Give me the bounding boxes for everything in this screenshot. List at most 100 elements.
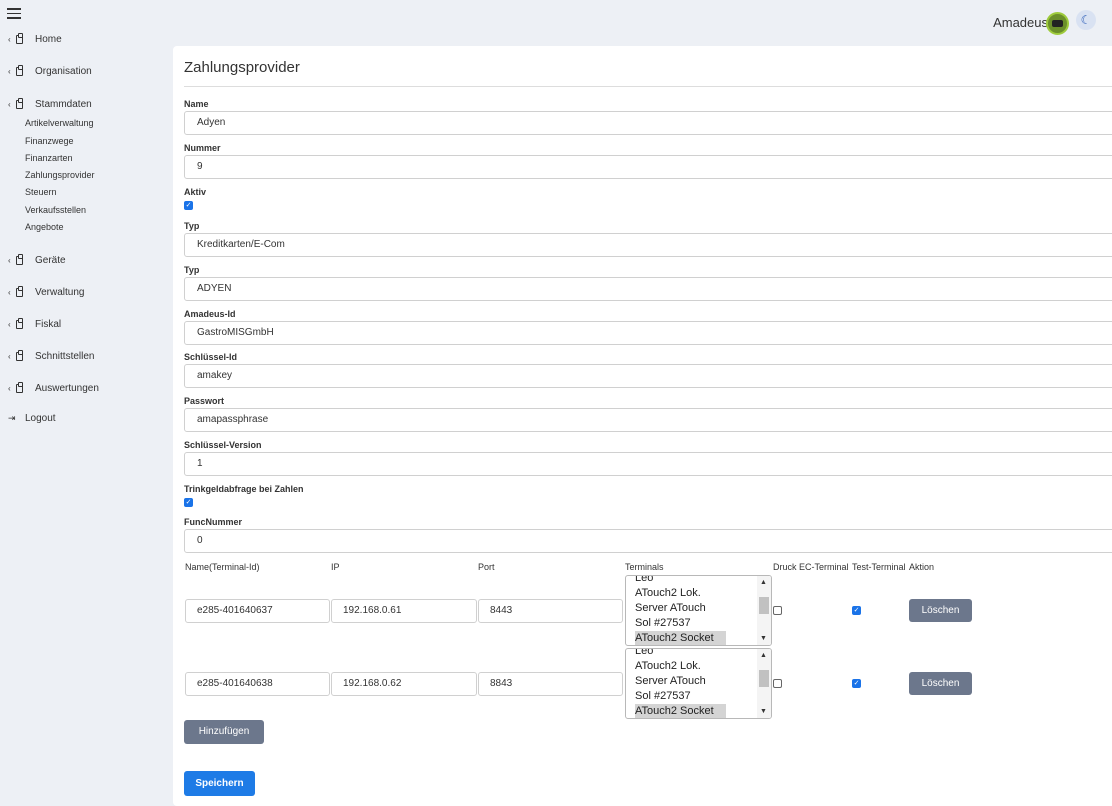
logout-icon: ⇥ <box>8 413 16 423</box>
druck-checkbox[interactable] <box>773 606 782 615</box>
amadeus-id-input[interactable]: GastroMISGmbH <box>184 321 1112 345</box>
list-option[interactable]: Sol #27537 <box>635 616 726 631</box>
sidebar-item-stammdaten[interactable]: ‹ Stammdaten <box>8 96 92 112</box>
moon-icon[interactable]: ☾ <box>1076 10 1096 30</box>
scroll-thumb[interactable] <box>759 597 769 614</box>
main-card: Zahlungsprovider Name Adyen Nummer 9 Akt… <box>173 46 1112 806</box>
scroll-down-icon[interactable]: ▼ <box>760 708 767 715</box>
clipboard-icon <box>16 97 23 109</box>
aktiv-label: Aktiv <box>184 187 207 197</box>
sidebar-subitem-zahlungsprovider[interactable]: Zahlungsprovider <box>25 169 95 181</box>
logout-label: Logout <box>25 413 56 424</box>
chevron-icon: ‹ <box>8 66 11 76</box>
add-terminal-button[interactable]: Hinzufügen <box>184 720 264 744</box>
sidebar-item-label: Fiskal <box>35 318 62 330</box>
list-option[interactable]: Leo <box>635 649 726 659</box>
sidebar-item-organisation[interactable]: ‹ Organisation <box>8 63 92 79</box>
schluessel-id-input[interactable]: amakey <box>184 364 1112 388</box>
chevron-icon: ‹ <box>8 319 11 329</box>
nummer-label: Nummer <box>184 143 221 153</box>
sidebar-subitem-artikelverwaltung[interactable]: Artikelverwaltung <box>25 117 94 129</box>
list-option[interactable]: Leo <box>635 576 726 586</box>
list-option[interactable]: ATouch2 Lok. <box>635 586 726 601</box>
sidebar-subitem-finanzarten[interactable]: Finanzarten <box>25 152 73 164</box>
name-label: Name <box>184 99 209 109</box>
sidebar: ‹ Home ‹ Organisation ‹ Stammdaten Artik… <box>0 0 164 802</box>
sidebar-item-geraete[interactable]: ‹ Geräte <box>8 252 66 268</box>
amadeus-id-label: Amadeus-Id <box>184 309 236 319</box>
scroll-down-icon[interactable]: ▼ <box>760 635 767 642</box>
terminal-port-input[interactable]: 8843 <box>478 672 623 696</box>
list-option[interactable]: Server ATouch <box>635 601 726 616</box>
listbox-scrollbar[interactable]: ▲ ▼ <box>757 576 771 645</box>
trinkgeld-label: Trinkgeldabfrage bei Zahlen <box>184 484 304 494</box>
sidebar-item-label: Stammdaten <box>35 98 92 110</box>
sidebar-subitem-verkaufsstellen[interactable]: Verkaufsstellen <box>25 204 86 216</box>
funcnummer-input[interactable]: 0 <box>184 529 1112 553</box>
sidebar-item-label: Organisation <box>35 65 92 77</box>
list-option-selected[interactable]: ATouch2 Socket <box>635 631 726 645</box>
chevron-icon: ‹ <box>8 255 11 265</box>
col-header-terminals: Terminals <box>625 562 664 572</box>
sidebar-subitem-finanzwege[interactable]: Finanzwege <box>25 135 74 147</box>
delete-button[interactable]: Löschen <box>909 672 972 695</box>
col-header-test: Test-Terminal <box>852 562 906 572</box>
typ1-label: Typ <box>184 221 200 231</box>
sidebar-item-verwaltung[interactable]: ‹ Verwaltung <box>8 284 84 300</box>
list-option[interactable]: Sol #27537 <box>635 689 726 704</box>
terminal-port-input[interactable]: 8443 <box>478 599 623 623</box>
test-terminal-checkbox[interactable]: ✓ <box>852 679 861 688</box>
trinkgeld-checkbox[interactable]: ✓ <box>184 498 193 507</box>
col-header-aktion: Aktion <box>909 562 935 572</box>
name-input[interactable]: Adyen <box>184 111 1112 135</box>
typ2-label: Typ <box>184 265 200 275</box>
clipboard-icon <box>16 32 23 44</box>
col-header-druck: Druck EC-Terminal <box>773 562 849 572</box>
chevron-icon: ‹ <box>8 34 11 44</box>
sidebar-subitem-steuern[interactable]: Steuern <box>25 186 57 198</box>
terminals-listbox[interactable]: Leo ATouch2 Lok. Server ATouch Sol #2753… <box>625 575 772 646</box>
typ1-input[interactable]: Kreditkarten/E-Com <box>184 233 1112 257</box>
save-button[interactable]: Speichern <box>184 771 255 796</box>
delete-button[interactable]: Löschen <box>909 599 972 622</box>
scroll-up-icon[interactable]: ▲ <box>760 579 767 586</box>
nummer-input[interactable]: 9 <box>184 155 1112 179</box>
sidebar-item-fiskal[interactable]: ‹ Fiskal <box>8 316 61 332</box>
terminal-ip-input[interactable]: 192.168.0.61 <box>331 599 477 623</box>
aktiv-checkbox[interactable]: ✓ <box>184 201 193 210</box>
terminal-name-input[interactable]: e285-401640638 <box>185 672 330 696</box>
sidebar-item-label: Schnittstellen <box>35 350 95 362</box>
sidebar-item-auswertungen[interactable]: ‹ Auswertungen <box>8 380 99 396</box>
sidebar-item-label: Geräte <box>35 254 66 266</box>
clipboard-icon <box>16 317 23 329</box>
clipboard-icon <box>16 381 23 393</box>
terminal-ip-input[interactable]: 192.168.0.62 <box>331 672 477 696</box>
clipboard-icon <box>16 285 23 297</box>
scroll-thumb[interactable] <box>759 670 769 687</box>
brand-name: Amadeus <box>993 15 1048 30</box>
clipboard-icon <box>16 64 23 76</box>
sidebar-item-home[interactable]: ‹ Home <box>8 31 62 47</box>
hamburger-icon[interactable] <box>7 8 21 19</box>
sidebar-subitem-angebote[interactable]: Angebote <box>25 221 64 233</box>
druck-checkbox[interactable] <box>773 679 782 688</box>
page-title: Zahlungsprovider <box>184 59 300 76</box>
typ2-input[interactable]: ADYEN <box>184 277 1112 301</box>
schluessel-version-input[interactable]: 1 <box>184 452 1112 476</box>
terminals-listbox[interactable]: Leo ATouch2 Lok. Server ATouch Sol #2753… <box>625 648 772 719</box>
test-terminal-checkbox[interactable]: ✓ <box>852 606 861 615</box>
list-option[interactable]: Server ATouch <box>635 674 726 689</box>
list-option[interactable]: ATouch2 Lok. <box>635 659 726 674</box>
col-header-ip: IP <box>331 562 340 572</box>
listbox-scrollbar[interactable]: ▲ ▼ <box>757 649 771 718</box>
clipboard-icon <box>16 349 23 361</box>
logout-link[interactable]: ⇥ Logout <box>8 413 56 424</box>
chevron-icon: ‹ <box>8 287 11 297</box>
scroll-up-icon[interactable]: ▲ <box>760 652 767 659</box>
list-option-selected[interactable]: ATouch2 Socket <box>635 704 726 718</box>
terminal-name-input[interactable]: e285-401640637 <box>185 599 330 623</box>
title-divider <box>184 86 1112 87</box>
passwort-input[interactable]: amapassphrase <box>184 408 1112 432</box>
sidebar-item-schnittstellen[interactable]: ‹ Schnittstellen <box>8 348 94 364</box>
col-header-name: Name(Terminal-Id) <box>185 562 260 572</box>
